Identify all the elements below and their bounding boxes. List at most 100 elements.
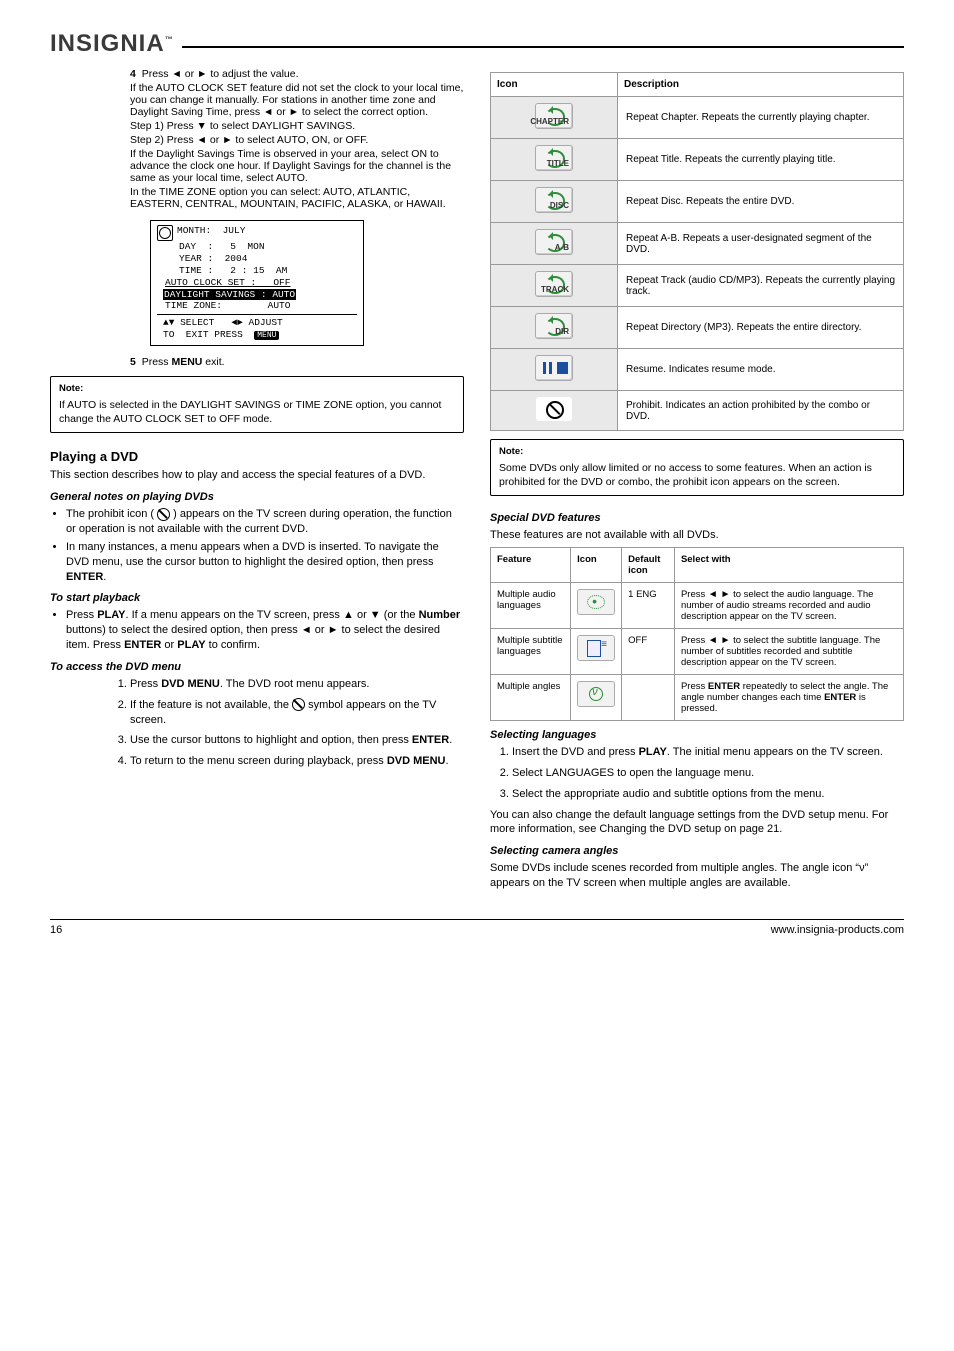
desc-repeat-dir: Repeat Directory (MP3). Repeats the enti…	[618, 307, 904, 349]
camera-angle-icon	[577, 681, 615, 707]
prohibit-icon-large	[536, 397, 572, 421]
heading-selecting-languages: Selecting languages	[490, 729, 904, 741]
table-row: Multiple audio languages 1 ENG Press ◄ ►…	[491, 583, 904, 629]
heading-special-features: Special DVD features	[490, 512, 904, 524]
table-row: DIR Repeat Directory (MP3). Repeats the …	[491, 307, 904, 349]
osd-footer-select: ▲▼ SELECT	[163, 317, 214, 328]
feat-angle-label: Multiple angles	[491, 675, 571, 721]
table-row: Prohibit. Indicates an action prohibited…	[491, 391, 904, 431]
osd-row-year: YEAR : 2004	[157, 253, 357, 265]
repeat-track-icon: TRACK	[535, 271, 573, 297]
feat-subtitle-select: Press ◄ ► to select the subtitle languag…	[674, 629, 903, 675]
note-text-2: Some DVDs only allow limited or no acces…	[499, 461, 895, 489]
desc-repeat-title: Repeat Title. Repeats the currently play…	[618, 139, 904, 181]
right-column: Icon Description CHAPTER Repeat Chapter.…	[490, 66, 904, 895]
note-box-1: Note: If AUTO is selected in the DAYLIGH…	[50, 376, 464, 433]
header-rule	[182, 46, 904, 48]
repeat-disc-icon: DISC	[535, 187, 573, 213]
feat-audio-default: 1 ENG	[622, 583, 675, 629]
feat-audio-label: Multiple audio languages	[491, 583, 571, 629]
heading-start-playback: To start playback	[50, 592, 464, 604]
desc-repeat-chapter: Repeat Chapter. Repeats the currently pl…	[618, 97, 904, 139]
lang-step-2: Select LANGUAGES to open the language me…	[512, 766, 904, 781]
dvdmenu-step-3: Use the cursor buttons to highlight and …	[130, 733, 464, 748]
table-row: DISC Repeat Disc. Repeats the entire DVD…	[491, 181, 904, 223]
feat-audio-select: Press ◄ ► to select the audio language. …	[674, 583, 903, 629]
audio-language-icon	[577, 589, 615, 615]
note-bullet-1: In many instances, a menu appears when a…	[66, 540, 464, 585]
repeat-dir-icon: DIR	[535, 313, 573, 339]
page-footer: 16 www.insignia-products.com	[50, 919, 904, 936]
prohibit-icon	[292, 698, 305, 711]
col-desc: Description	[618, 73, 904, 97]
osd-row-daylight: DAYLIGHT SAVINGS : AUTO	[163, 289, 296, 300]
table-row: Multiple angles Press ENTER repeatedly t…	[491, 675, 904, 721]
feat-angle-default	[622, 675, 675, 721]
subtitle-language-icon	[577, 635, 615, 661]
feat-subtitle-default: OFF	[622, 629, 675, 675]
note-label: Note:	[59, 383, 455, 396]
heading-camera-angles: Selecting camera angles	[490, 845, 904, 857]
note-box-2: Note: Some DVDs only allow limited or no…	[490, 439, 904, 496]
step-5-text: Press MENU exit.	[142, 356, 225, 368]
feat-subtitle-label: Multiple subtitle languages	[491, 629, 571, 675]
step-4-sub-1: Step 1) Press ▼ to select DAYLIGHT SAVIN…	[130, 120, 355, 132]
feat-col-feature: Feature	[491, 548, 571, 583]
step-4-text: Press ◄ or ► to adjust the value.	[142, 68, 299, 80]
repeat-title-icon: TITLE	[535, 145, 573, 171]
icon-description-table: Icon Description CHAPTER Repeat Chapter.…	[490, 72, 904, 431]
desc-repeat-ab: Repeat A-B. Repeats a user-designated se…	[618, 223, 904, 265]
step-4-sub-3: If the Daylight Savings Time is observed…	[130, 148, 464, 184]
clock-osd-diagram: MONTH: JULY DAY : 5 MON YEAR : 2004 TIME…	[150, 220, 364, 346]
playing-intro: This section describes how to play and a…	[50, 468, 464, 483]
feat-col-icon: Icon	[571, 548, 622, 583]
features-intro: These features are not available with al…	[490, 528, 904, 543]
step-4-sub-4: In the TIME ZONE option you can select: …	[130, 186, 464, 210]
repeat-ab-icon: A-B	[535, 229, 573, 255]
heading-playing-dvd: Playing a DVD	[50, 449, 464, 464]
brand-text: INSIGNIA	[50, 30, 165, 57]
osd-row-day: DAY : 5 MON	[157, 241, 357, 253]
dvdmenu-step-2: If the feature is not available, the sym…	[130, 698, 464, 728]
feature-table: Feature Icon Default icon Select with Mu…	[490, 547, 904, 721]
prohibit-icon	[157, 508, 170, 521]
feat-col-select: Select with	[674, 548, 903, 583]
dvdmenu-step-1: Press DVD MENU. The DVD root menu appear…	[130, 677, 464, 692]
clock-icon	[157, 225, 173, 241]
note-text: If AUTO is selected in the DAYLIGHT SAVI…	[59, 398, 455, 426]
angles-text: Some DVDs include scenes recorded from m…	[490, 861, 904, 891]
footer-url: www.insignia-products.com	[771, 924, 904, 936]
page-number: 16	[50, 924, 62, 936]
table-row: CHAPTER Repeat Chapter. Repeats the curr…	[491, 97, 904, 139]
step-4-sub-0: If the AUTO CLOCK SET feature did not se…	[130, 82, 464, 118]
resume-icon	[535, 355, 573, 381]
table-row: Multiple subtitle languages OFF Press ◄ …	[491, 629, 904, 675]
note-label-2: Note:	[499, 446, 895, 459]
lang-step-3: Select the appropriate audio and subtitl…	[512, 787, 904, 802]
desc-repeat-track: Repeat Track (audio CD/MP3). Repeats the…	[618, 265, 904, 307]
table-row: Resume. Indicates resume mode.	[491, 349, 904, 391]
step-4-sub-2: Step 2) Press ◄ or ► to select AUTO, ON,…	[130, 134, 368, 146]
osd-footer-exit: TO EXIT PRESS MENU	[163, 329, 279, 340]
note-bullet-0: The prohibit icon ( ) appears on the TV …	[66, 507, 464, 537]
desc-resume: Resume. Indicates resume mode.	[618, 349, 904, 391]
heading-general-notes: General notes on playing DVDs	[50, 491, 464, 503]
lang-step-1: Insert the DVD and press PLAY. The initi…	[512, 745, 904, 760]
osd-row-autoclock: AUTO CLOCK SET : OFF	[157, 277, 357, 289]
osd-row-month: MONTH: JULY	[177, 225, 245, 236]
step-4-block: 4 Press ◄ or ► to adjust the value. If t…	[50, 68, 464, 210]
feat-angle-select: Press ENTER repeatedly to select the ang…	[674, 675, 903, 721]
col-icon: Icon	[491, 73, 618, 97]
brand-logo: INSIGNIA™	[50, 30, 174, 58]
table-row: TRACK Repeat Track (audio CD/MP3). Repea…	[491, 265, 904, 307]
heading-dvd-menu: To access the DVD menu	[50, 661, 464, 673]
desc-repeat-disc: Repeat Disc. Repeats the entire DVD.	[618, 181, 904, 223]
repeat-chapter-icon: CHAPTER	[535, 103, 573, 129]
trademark: ™	[165, 35, 174, 44]
table-row: TITLE Repeat Title. Repeats the currentl…	[491, 139, 904, 181]
dvdmenu-step-4: To return to the menu screen during play…	[130, 754, 464, 769]
desc-prohibit: Prohibit. Indicates an action prohibited…	[618, 391, 904, 431]
left-column: 4 Press ◄ or ► to adjust the value. If t…	[50, 66, 464, 895]
start-bullet-0: Press PLAY. If a menu appears on the TV …	[66, 608, 464, 653]
osd-row-timezone: TIME ZONE: AUTO	[157, 300, 357, 312]
